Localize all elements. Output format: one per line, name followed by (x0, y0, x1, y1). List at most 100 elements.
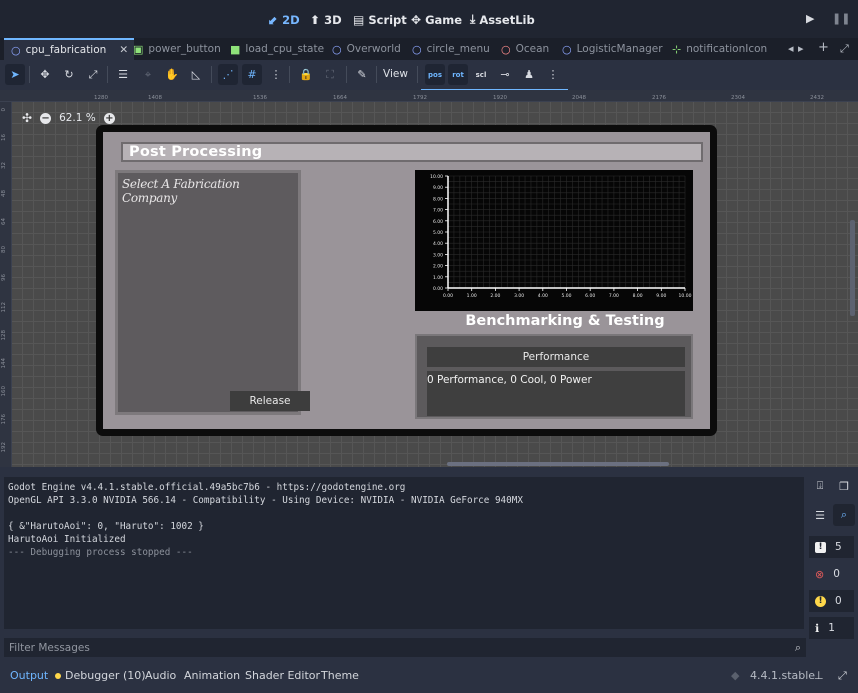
center-view-icon[interactable]: ✣ (22, 111, 32, 125)
pivot-tool-icon[interactable]: ⌖ (138, 64, 158, 85)
vertical-ruler: 0 16 32 48 64 80 96 112 128 144 160 176 … (0, 102, 12, 467)
search-toggle-icon[interactable]: ⌕ (833, 504, 855, 526)
zoom-level[interactable]: 62.1 % (59, 112, 96, 124)
list-select-icon[interactable]: ☰ (113, 64, 133, 85)
error-icon: ! (815, 541, 826, 553)
scene-tab-logistic-manager[interactable]: ○ LogisticManager (562, 38, 663, 60)
zoom-out-button[interactable]: − (40, 112, 52, 124)
vertical-scrollbar[interactable] (850, 220, 855, 316)
chart-y-tick-label: 7.00 (433, 208, 443, 214)
version-label: 4.4.1.stable (750, 669, 816, 682)
log-line: { &"HarutoAoi": 0, "Haruto": 1002 } (8, 521, 204, 532)
clear-log-icon[interactable]: ⍗ (809, 475, 831, 497)
close-tab-icon[interactable]: ✕ (119, 44, 128, 56)
chart-x-tick-label: 1.00 (467, 293, 477, 299)
copy-log-icon[interactable]: ❐ (833, 475, 855, 497)
info-filter-button[interactable]: ℹ 1 (809, 617, 854, 639)
expand-panel-icon[interactable]: ⤢ (838, 669, 847, 683)
chart-svg: 0.00 1.00 2.00 3.00 4.00 5.00 6.00 7.00 8.00 9.00… (430, 174, 691, 299)
view-menu[interactable]: View (383, 68, 408, 80)
node-icon: ○ (332, 42, 342, 56)
chart-y-tick-label: 6.00 (433, 219, 443, 225)
ruler-tool-icon[interactable]: ◺ (186, 64, 206, 85)
zoom-in-button[interactable]: + (103, 112, 115, 124)
image-icon: ▣ (133, 42, 144, 56)
tab-output[interactable]: Output (10, 669, 48, 682)
page-title: Post Processing (129, 144, 263, 160)
distraction-free-icon[interactable]: ⤢ (840, 42, 849, 56)
scene-tab-ocean[interactable]: ○ Ocean (501, 38, 549, 60)
canvas-viewport[interactable]: 1280 1408 1536 1664 1792 1920 2048 2176 … (0, 90, 858, 467)
script-icon: ▤ (353, 12, 365, 27)
play-button[interactable]: ▶ (806, 12, 814, 25)
pan-tool-icon[interactable]: ✋ (162, 64, 182, 85)
performance-button[interactable]: Performance (427, 347, 685, 367)
animation-key-group (421, 63, 568, 91)
workspace-3d-button[interactable]: ⬆ 3D (310, 11, 342, 28)
search-icon: ⌕ (794, 641, 801, 654)
chart-x-tick-label: 8.00 (633, 293, 643, 299)
pause-button[interactable]: ❚❚ (832, 12, 850, 25)
scene-tab-overworld[interactable]: ○ Overworld (332, 38, 401, 60)
horizontal-scrollbar[interactable] (447, 462, 669, 466)
scene-tab-load-cpu-state[interactable]: ■ load_cpu_state (230, 38, 324, 60)
log-line: HarutoAoi Initialized (8, 534, 126, 545)
collapse-icon[interactable]: ☰ (809, 504, 831, 526)
grid-snap-icon[interactable]: # (242, 64, 262, 85)
skeleton-icon[interactable]: ✎ (352, 64, 372, 85)
error-circle-icon: ⊗ (815, 567, 825, 581)
company-select-panel: Select A Fabrication Company Release (115, 170, 310, 415)
performance-output-text: 0 Performance, 0 Cool, 0 Power (427, 374, 592, 386)
tab-shader-editor[interactable]: Shader Editor (245, 669, 320, 682)
bottom-panel: Godot Engine v4.4.1.stable.official.49a5… (0, 467, 858, 693)
release-button[interactable]: Release (230, 391, 310, 411)
error-filter-button[interactable]: ! 5 (809, 536, 854, 558)
scale-tool-icon[interactable]: ⤢ (83, 64, 103, 85)
workspace-script-button[interactable]: ▤ Script (353, 11, 407, 28)
company-heading: Select A Fabrication Company (122, 177, 240, 205)
select-tool-icon[interactable]: ➤ (5, 64, 25, 85)
snap-options-icon[interactable]: ⋮ (266, 64, 286, 85)
tab-audio[interactable]: Audio (145, 669, 176, 682)
lock-icon[interactable]: 🔒 (296, 64, 316, 85)
scene-tab-bar: ○ cpu_fabrication ✕ ▣ power_button ■ loa… (0, 38, 858, 60)
output-log[interactable]: Godot Engine v4.4.1.stable.official.49a5… (4, 477, 804, 629)
tab-animation[interactable]: Animation (184, 669, 240, 682)
filter-messages-input[interactable]: Filter Messages ⌕ (4, 638, 806, 657)
scroll-tabs-left-icon[interactable]: ◂ (788, 42, 794, 55)
node-icon: ○ (11, 43, 21, 57)
chart-x-tick-label: 4.00 (538, 293, 548, 299)
workspace-assetlib-button[interactable]: ⤓ AssetLib (470, 11, 535, 28)
scene-tab-cpu-fabrication[interactable]: ○ cpu_fabrication ✕ (4, 38, 135, 60)
game-icon: ✥ (411, 12, 422, 27)
workspace-game-button[interactable]: ✥ Game (411, 11, 462, 28)
tab-debugger[interactable]: Debugger (10) (55, 669, 146, 682)
log-line: Godot Engine v4.4.1.stable.official.49a5… (8, 482, 406, 493)
debugger-alert-icon (55, 672, 61, 679)
scene-tab-circle-menu[interactable]: ○ circle_menu (412, 38, 490, 60)
3d-icon: ⬆ (310, 12, 321, 27)
warning-filter-button[interactable]: ! 0 (809, 590, 854, 612)
assetlib-icon: ⤓ (470, 12, 476, 26)
smart-snap-icon[interactable]: ⋰ (218, 64, 238, 85)
warning-error-filter-button[interactable]: ⊗ 0 (809, 563, 854, 585)
node-icon: ○ (562, 42, 572, 56)
workspace-2d-button[interactable]: ⬋ 2D (268, 11, 300, 28)
rotate-tool-icon[interactable]: ↻ (59, 64, 79, 85)
log-line: OpenGL API 3.3.0 NVIDIA 566.14 - Compati… (8, 495, 523, 506)
pin-panel-icon[interactable]: ⊥ (814, 669, 824, 682)
chart-x-tick-label: 2.00 (490, 293, 500, 299)
update-spinner-icon: ◆ (731, 669, 740, 682)
tab-theme[interactable]: Theme (321, 669, 359, 682)
group-icon[interactable]: ⛶ (320, 64, 340, 85)
scene-tab-notification-icon[interactable]: ⊹ notificationIcon (672, 38, 767, 60)
zoom-controls: ✣ − 62.1 % + (22, 110, 115, 126)
move-tool-icon[interactable]: ✥ (35, 64, 55, 85)
scroll-tabs-right-icon[interactable]: ▸ (798, 42, 804, 55)
scene-tab-power-button[interactable]: ▣ power_button (133, 38, 221, 60)
node-icon: ○ (412, 42, 422, 56)
chart-y-tick-label: 9.00 (433, 185, 443, 191)
add-scene-icon[interactable]: + (818, 40, 829, 55)
main-toolbar: ⬋ 2D ⬆ 3D ▤ Script ✥ Game ⤓ AssetLib ▶ ❚❚ (0, 0, 858, 38)
